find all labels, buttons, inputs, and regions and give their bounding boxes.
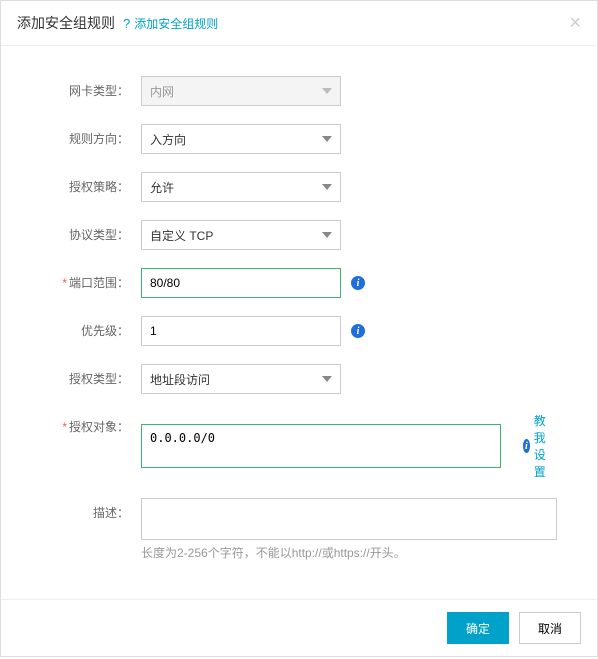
modal-footer: 确定 取消 [1,599,597,656]
required-star: * [62,276,67,290]
select-nic-type-value: 内网 [150,83,174,100]
row-nic-type: 网卡类型： 内网 [21,76,557,106]
cancel-button[interactable]: 取消 [519,612,581,644]
row-auth-type: 授权类型： 地址段访问 [21,364,557,394]
row-protocol: 协议类型： 自定义 TCP [21,220,557,250]
required-star: * [62,420,67,434]
chevron-down-icon [322,376,332,382]
input-priority[interactable] [141,316,341,346]
modal-body: 网卡类型： 内网 规则方向： 入方向 授权策略： 允许 [1,46,597,599]
select-auth-type[interactable]: 地址段访问 [141,364,341,394]
modal-subtitle-link[interactable]: 添加安全组规则 [134,15,218,32]
row-port-range: *端口范围： i [21,268,557,298]
row-auth-object: *授权对象： i 教我设置 [21,412,557,480]
select-nic-type: 内网 [141,76,341,106]
label-description: 描述： [21,498,141,528]
select-auth-type-value: 地址段访问 [150,371,210,388]
label-policy: 授权策略： [21,172,141,202]
info-icon[interactable]: i [523,439,530,453]
modal-header: 添加安全组规则 ? 添加安全组规则 × [1,1,597,46]
row-priority: 优先级： i [21,316,557,346]
select-protocol-value: 自定义 TCP [150,227,213,244]
select-policy-value: 允许 [150,179,174,196]
select-protocol[interactable]: 自定义 TCP [141,220,341,250]
label-auth-type: 授权类型： [21,364,141,394]
help-icon[interactable]: ? [123,16,130,31]
label-nic-type: 网卡类型： [21,76,141,106]
chevron-down-icon [322,232,332,238]
select-direction-value: 入方向 [150,131,186,148]
help-link-wrap: i 教我设置 [523,412,557,480]
modal-title: 添加安全组规则 [17,13,115,33]
info-icon[interactable]: i [351,276,365,290]
input-port-range[interactable] [141,268,341,298]
row-policy: 授权策略： 允许 [21,172,557,202]
chevron-down-icon [322,88,332,94]
label-priority: 优先级： [21,316,141,346]
chevron-down-icon [322,136,332,142]
textarea-auth-object[interactable] [141,424,501,468]
info-icon[interactable]: i [351,324,365,338]
close-icon[interactable]: × [569,13,581,33]
chevron-down-icon [322,184,332,190]
label-port-range: *端口范围： [21,268,141,298]
row-direction: 规则方向： 入方向 [21,124,557,154]
label-auth-object: *授权对象： [21,412,141,442]
textarea-description[interactable] [141,498,557,540]
select-direction[interactable]: 入方向 [141,124,341,154]
teach-me-link[interactable]: 教我设置 [534,412,557,480]
description-hint: 长度为2-256个字符，不能以http://或https://开头。 [141,544,557,561]
label-protocol: 协议类型： [21,220,141,250]
label-direction: 规则方向： [21,124,141,154]
security-rule-modal: 添加安全组规则 ? 添加安全组规则 × 网卡类型： 内网 规则方向： 入方向 [0,0,598,657]
row-description: 描述： 长度为2-256个字符，不能以http://或https://开头。 [21,498,557,561]
select-policy[interactable]: 允许 [141,172,341,202]
confirm-button[interactable]: 确定 [447,612,509,644]
